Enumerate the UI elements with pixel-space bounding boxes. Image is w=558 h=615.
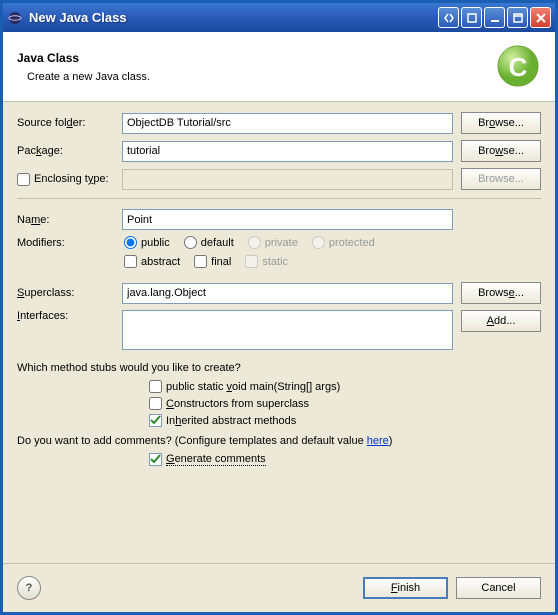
browse-superclass-button[interactable]: Browse...	[461, 282, 541, 304]
footer: ? Finish Cancel	[3, 563, 555, 612]
enclosing-type-label: Enclosing type:	[17, 173, 122, 186]
class-wizard-icon: C	[496, 44, 541, 89]
name-label: Name:	[17, 214, 122, 226]
source-folder-label: Source folder:	[17, 117, 122, 129]
package-label: Package:	[17, 145, 122, 157]
window-title: New Java Class	[29, 10, 438, 25]
constructors-checkbox[interactable]	[149, 397, 162, 410]
enclosing-type-input	[122, 169, 453, 190]
minimize-button[interactable]	[484, 7, 505, 28]
method-stubs-question: Which method stubs would you like to cre…	[17, 362, 541, 374]
banner: Java Class Create a new Java class. C	[3, 32, 555, 102]
maximize-button[interactable]	[507, 7, 528, 28]
titlebar-buttons	[438, 7, 551, 28]
static-checkbox	[245, 255, 258, 268]
package-input[interactable]	[122, 141, 453, 162]
banner-text: Java Class Create a new Java class.	[17, 51, 496, 83]
help-button[interactable]: ?	[17, 576, 41, 600]
public-radio[interactable]	[124, 236, 137, 249]
content-area: Source folder: Browse... Package: Browse…	[3, 102, 555, 563]
browse-source-button[interactable]: Browse...	[461, 112, 541, 134]
interfaces-list[interactable]	[122, 310, 453, 350]
source-folder-input[interactable]	[122, 113, 453, 134]
separator	[17, 198, 541, 199]
main-method-checkbox[interactable]	[149, 380, 162, 393]
modifiers-label: Modifiers:	[17, 237, 122, 249]
add-interface-button[interactable]: Add...	[461, 310, 541, 332]
enclosing-type-checkbox[interactable]	[17, 173, 30, 186]
protected-radio	[312, 236, 325, 249]
main-method-label: public static void main(String[] args)	[166, 381, 340, 393]
titlebar-nav-button[interactable]	[438, 7, 459, 28]
new-java-class-dialog: New Java Class Java Class Create a new J…	[0, 0, 558, 615]
superclass-label: Superclass:	[17, 287, 122, 299]
browse-enclosing-button: Browse...	[461, 168, 541, 190]
cancel-button[interactable]: Cancel	[456, 577, 541, 599]
generate-comments-label: Generate comments	[166, 453, 266, 466]
inherited-methods-checkbox[interactable]	[149, 414, 162, 427]
inherited-methods-label: Inherited abstract methods	[166, 415, 296, 427]
banner-title: Java Class	[17, 51, 496, 65]
eclipse-icon	[7, 10, 23, 26]
svg-text:C: C	[509, 52, 528, 82]
default-radio[interactable]	[184, 236, 197, 249]
private-radio	[248, 236, 261, 249]
configure-templates-link[interactable]: here	[367, 435, 389, 447]
constructors-label: Constructors from superclass	[166, 398, 309, 410]
abstract-checkbox[interactable]	[124, 255, 137, 268]
final-checkbox[interactable]	[194, 255, 207, 268]
superclass-input[interactable]	[122, 283, 453, 304]
titlebar: New Java Class	[3, 3, 555, 32]
interfaces-label: Interfaces:	[17, 310, 122, 322]
generate-comments-checkbox[interactable]	[149, 453, 162, 466]
name-input[interactable]	[122, 209, 453, 230]
close-button[interactable]	[530, 7, 551, 28]
browse-package-button[interactable]: Browse...	[461, 140, 541, 162]
banner-subtitle: Create a new Java class.	[27, 71, 496, 83]
comments-question: Do you want to add comments? (Configure …	[17, 435, 541, 447]
titlebar-restore-button[interactable]	[461, 7, 482, 28]
finish-button[interactable]: Finish	[363, 577, 448, 599]
